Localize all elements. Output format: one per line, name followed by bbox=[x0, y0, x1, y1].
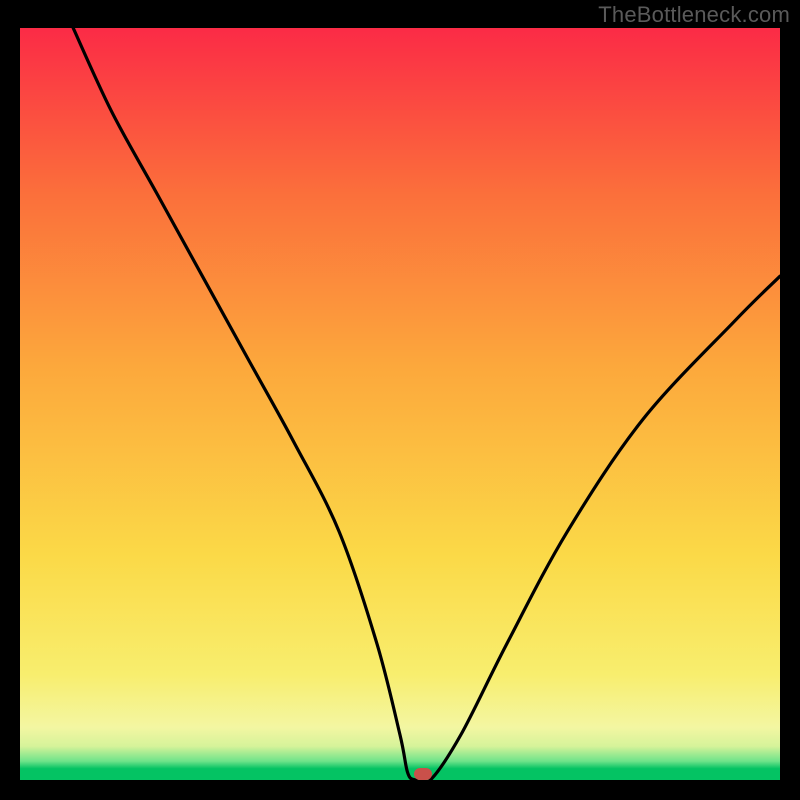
bottleneck-curve-path bbox=[73, 28, 780, 780]
plot-area bbox=[20, 28, 780, 780]
chart-frame: TheBottleneck.com bbox=[0, 0, 800, 800]
curve-svg bbox=[20, 28, 780, 780]
watermark-text: TheBottleneck.com bbox=[598, 2, 790, 28]
minimum-marker bbox=[414, 768, 432, 780]
